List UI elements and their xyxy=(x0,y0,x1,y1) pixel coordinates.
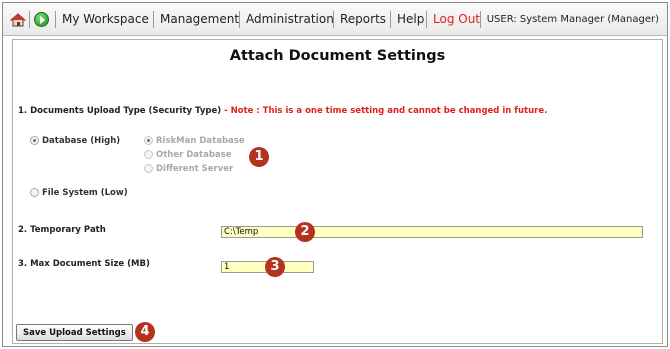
menu-separator xyxy=(29,11,30,28)
menu-separator xyxy=(390,11,391,28)
menu-help[interactable]: Help xyxy=(397,12,424,26)
menu-separator xyxy=(153,11,154,28)
page-title: Attach Document Settings xyxy=(229,48,446,64)
save-upload-settings-button[interactable]: Save Upload Settings xyxy=(16,324,133,341)
menu-separator xyxy=(55,11,56,28)
temporary-path-input[interactable]: C:\Temp xyxy=(221,226,643,238)
radio-different-server[interactable] xyxy=(144,164,153,173)
home-icon[interactable] xyxy=(9,13,27,27)
menu-separator xyxy=(239,11,240,28)
top-menu-bar: My Workspace Management Administration R… xyxy=(3,3,667,36)
radio-database-high[interactable] xyxy=(30,136,39,145)
upload-type-label: 1. Documents Upload Type (Security Type) xyxy=(18,106,222,116)
go-arrow-icon[interactable] xyxy=(34,12,49,27)
radio-file-system-low-label: File System (Low) xyxy=(42,188,128,198)
max-document-size-label: 3. Max Document Size (MB) xyxy=(18,259,150,269)
radio-file-system-low[interactable] xyxy=(30,188,39,197)
callout-marker-2: 2 xyxy=(295,222,315,242)
radio-riskman-database[interactable] xyxy=(144,136,153,145)
app-window: My Workspace Management Administration R… xyxy=(2,2,668,347)
menu-reports[interactable]: Reports xyxy=(340,12,386,26)
user-info: USER: System Manager (Manager) xyxy=(486,14,659,25)
radio-different-server-label: Different Server xyxy=(156,164,234,174)
menu-separator xyxy=(480,11,481,28)
menu-separator xyxy=(426,11,427,28)
radio-other-database[interactable] xyxy=(144,150,153,159)
menu-administration[interactable]: Administration xyxy=(246,12,334,26)
menu-log-out[interactable]: Log Out xyxy=(433,12,480,26)
radio-other-database-label: Other Database xyxy=(156,150,232,160)
note-dash: - xyxy=(221,106,231,116)
callout-marker-3: 3 xyxy=(265,257,285,277)
menu-separator xyxy=(333,11,334,28)
menu-management[interactable]: Management xyxy=(160,12,239,26)
settings-panel: Attach Document Settings 1. Documents Up… xyxy=(12,39,663,344)
menu-my-workspace[interactable]: My Workspace xyxy=(62,12,149,26)
callout-marker-4: 4 xyxy=(135,322,155,342)
upload-type-heading: 1. Documents Upload Type (Security Type)… xyxy=(18,106,547,116)
temporary-path-label: 2. Temporary Path xyxy=(18,225,106,235)
callout-marker-1: 1 xyxy=(249,147,269,167)
radio-database-high-label: Database (High) xyxy=(42,136,121,146)
one-time-note: Note : This is a one time setting and ca… xyxy=(230,106,548,116)
radio-riskman-database-label: RiskMan Database xyxy=(156,136,245,146)
